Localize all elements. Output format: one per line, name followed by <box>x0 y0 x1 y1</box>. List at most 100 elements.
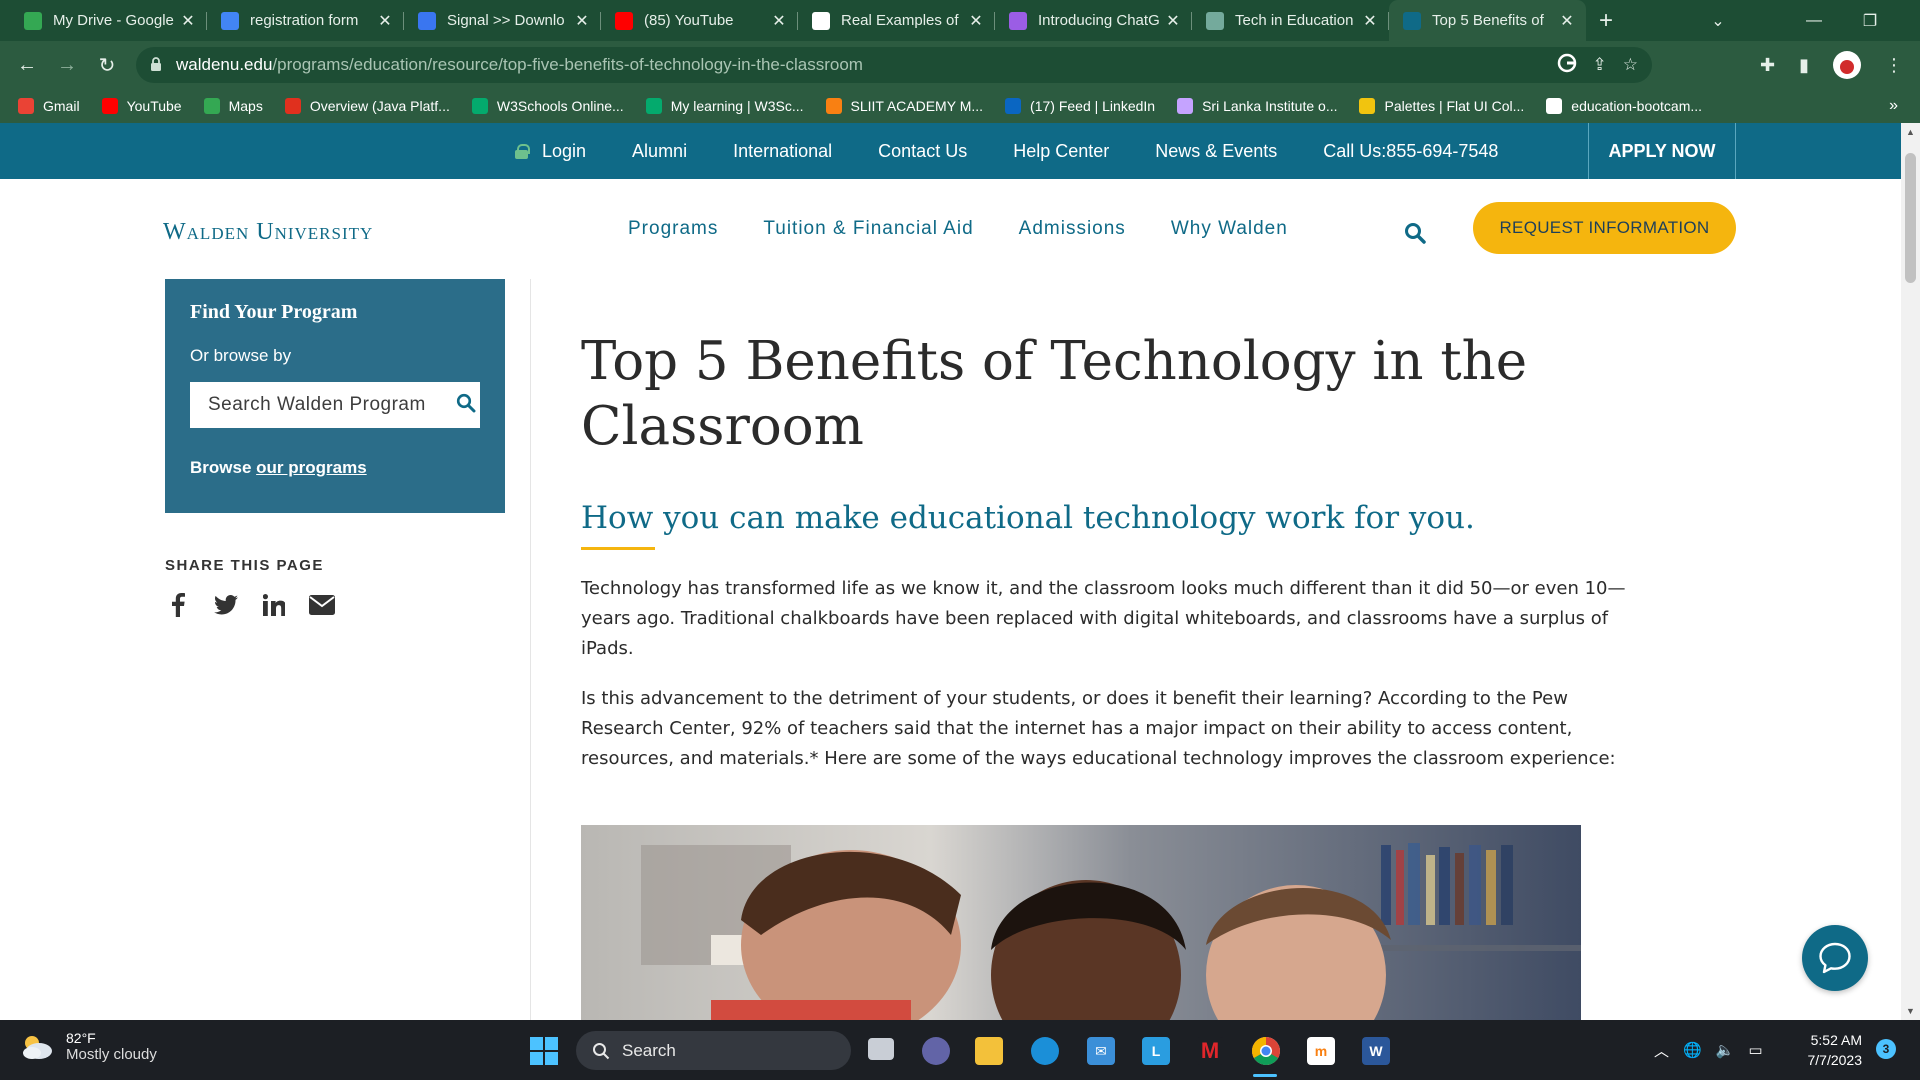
close-tab-icon[interactable]: ✕ <box>1558 11 1576 31</box>
language-icon[interactable]: 🌐 <box>1683 1041 1702 1059</box>
task-view-icon[interactable] <box>868 1038 894 1060</box>
bookmark-label: My learning | W3Sc... <box>670 98 804 114</box>
extensions-icon[interactable]: ✚ <box>1760 55 1775 76</box>
bookmark-item[interactable]: education-bootcam... <box>1546 98 1702 114</box>
close-tab-icon[interactable]: ✕ <box>179 11 197 31</box>
minimize-icon[interactable]: — <box>1786 12 1842 30</box>
linkedin-icon[interactable] <box>261 592 287 618</box>
google-lens-icon[interactable] <box>1557 53 1577 78</box>
notification-badge[interactable]: 3 <box>1876 1039 1896 1059</box>
bookmark-item[interactable]: Sri Lanka Institute o... <box>1177 98 1337 114</box>
start-button[interactable] <box>530 1037 558 1065</box>
request-information-button[interactable]: REQUEST INFORMATION <box>1473 202 1736 254</box>
close-window-icon[interactable]: ✕ <box>1898 11 1920 31</box>
twitter-icon[interactable] <box>213 592 239 618</box>
battery-icon[interactable]: ▭ <box>1748 1041 1762 1059</box>
chrome-icon[interactable] <box>1252 1037 1280 1065</box>
browser-tab[interactable]: Signal >> Downlo ✕ <box>404 0 601 41</box>
browser-tab[interactable]: My Drive - Google ✕ <box>10 0 207 41</box>
taskbar-search[interactable]: Search <box>576 1031 851 1070</box>
moodle-app-icon[interactable]: m <box>1307 1037 1335 1065</box>
menu-icon[interactable]: ⋮ <box>1885 55 1903 76</box>
file-explorer-icon[interactable] <box>975 1037 1003 1065</box>
teams-chat-icon[interactable] <box>922 1037 950 1065</box>
login-link[interactable]: Login <box>515 141 586 162</box>
bookmark-item[interactable]: (17) Feed | LinkedIn <box>1005 98 1155 114</box>
chat-button[interactable] <box>1802 925 1868 991</box>
lenovo-vantage-icon[interactable]: L <box>1142 1037 1170 1065</box>
tray-overflow-icon[interactable]: ︿ <box>1654 1040 1669 1061</box>
close-tab-icon[interactable]: ✕ <box>573 11 591 31</box>
search-icon[interactable] <box>456 393 476 418</box>
browser-tab[interactable]: Introducing ChatG ✕ <box>995 0 1192 41</box>
back-icon[interactable]: ← <box>7 54 47 77</box>
browser-tab[interactable]: Tech in Education ✕ <box>1192 0 1389 41</box>
program-search-input[interactable] <box>208 394 448 416</box>
news-events-link[interactable]: News & Events <box>1155 141 1277 162</box>
close-tab-icon[interactable]: ✕ <box>376 11 394 31</box>
mcafee-icon[interactable]: M <box>1196 1037 1224 1065</box>
bookmark-item[interactable]: W3Schools Online... <box>471 98 624 114</box>
bookmark-item[interactable]: SLIIT ACADEMY M... <box>825 98 983 114</box>
close-tab-icon[interactable]: ✕ <box>1164 11 1182 31</box>
close-tab-icon[interactable]: ✕ <box>1361 11 1379 31</box>
international-link[interactable]: International <box>733 141 832 162</box>
walden-logo[interactable]: Walden University <box>163 219 373 246</box>
maps-icon <box>203 98 220 114</box>
browser-tab[interactable]: (85) YouTube ✕ <box>601 0 798 41</box>
alumni-link[interactable]: Alumni <box>632 141 687 162</box>
bookmark-item[interactable]: Maps <box>203 98 263 114</box>
browser-tab[interactable]: Top 5 Benefits of ✕ <box>1389 0 1586 41</box>
search-icon[interactable] <box>1404 222 1426 244</box>
bookmark-label: (17) Feed | LinkedIn <box>1030 98 1156 114</box>
google-docs-icon <box>221 11 239 30</box>
login-label: Login <box>542 140 587 161</box>
bookmark-item[interactable]: Gmail <box>18 98 80 114</box>
scroll-up-icon[interactable]: ▲ <box>1901 127 1920 137</box>
tab-search-icon[interactable]: ⌄ <box>1690 11 1746 31</box>
bookmark-item[interactable]: Overview (Java Platf... <box>284 98 450 114</box>
mail-icon[interactable]: ✉ <box>1087 1037 1115 1065</box>
side-panel-icon[interactable]: ▮ <box>1799 55 1809 76</box>
close-tab-icon[interactable]: ✕ <box>967 11 985 31</box>
close-tab-icon[interactable]: ✕ <box>770 11 788 31</box>
browser-tab[interactable]: registration form ✕ <box>207 0 404 41</box>
facebook-icon[interactable] <box>165 592 191 618</box>
lock-icon <box>515 143 530 159</box>
help-center-link[interactable]: Help Center <box>1013 141 1109 162</box>
scroll-thumb[interactable] <box>1905 153 1916 283</box>
word-icon[interactable]: W <box>1362 1037 1390 1065</box>
new-tab-button[interactable]: + <box>1586 0 1626 41</box>
bookmark-star-icon[interactable]: ☆ <box>1623 55 1638 75</box>
nav-tuition[interactable]: Tuition & Financial Aid <box>763 218 973 240</box>
forward-icon[interactable]: → <box>47 54 87 77</box>
share-icon[interactable]: ⇪ <box>1593 55 1607 75</box>
page-scrollbar[interactable]: ▲ ▼ <box>1901 123 1920 1020</box>
browser-tab[interactable]: Real Examples of ✕ <box>798 0 995 41</box>
apply-now-button[interactable]: APPLY NOW <box>1588 123 1736 179</box>
volume-icon[interactable]: 🔈 <box>1716 1041 1735 1059</box>
nav-programs[interactable]: Programs <box>628 218 718 240</box>
restore-icon[interactable]: ❐ <box>1842 11 1898 31</box>
bookmarks-overflow-icon[interactable]: » <box>1889 89 1898 123</box>
bookmark-item[interactable]: Palettes | Flat UI Col... <box>1359 98 1524 114</box>
bookmark-item[interactable]: My learning | W3Sc... <box>645 98 804 114</box>
contact-link[interactable]: Contact Us <box>878 141 967 162</box>
edge-icon[interactable] <box>1031 1037 1059 1065</box>
browse-programs-link[interactable]: our programs <box>256 458 367 477</box>
address-bar[interactable]: waldenu.edu/programs/education/resource/… <box>136 47 1652 83</box>
bookmark-label: Palettes | Flat UI Col... <box>1384 98 1525 114</box>
call-us-link[interactable]: Call Us:855-694-7548 <box>1323 141 1498 162</box>
reload-icon[interactable]: ↻ <box>87 53 127 78</box>
clock[interactable]: 5:52 AM 7/7/2023 <box>1804 1030 1863 1070</box>
scroll-down-icon[interactable]: ▼ <box>1901 1006 1920 1016</box>
profile-avatar[interactable] <box>1833 51 1861 79</box>
tab-title: My Drive - Google <box>53 12 174 29</box>
content-divider <box>530 279 531 1020</box>
nav-why-walden[interactable]: Why Walden <box>1171 218 1288 240</box>
lock-icon[interactable] <box>150 56 162 74</box>
bookmark-item[interactable]: YouTube <box>101 98 182 114</box>
weather-widget[interactable]: 82°F Mostly cloudy <box>20 1030 157 1063</box>
nav-admissions[interactable]: Admissions <box>1019 218 1126 240</box>
email-icon[interactable] <box>309 592 335 618</box>
